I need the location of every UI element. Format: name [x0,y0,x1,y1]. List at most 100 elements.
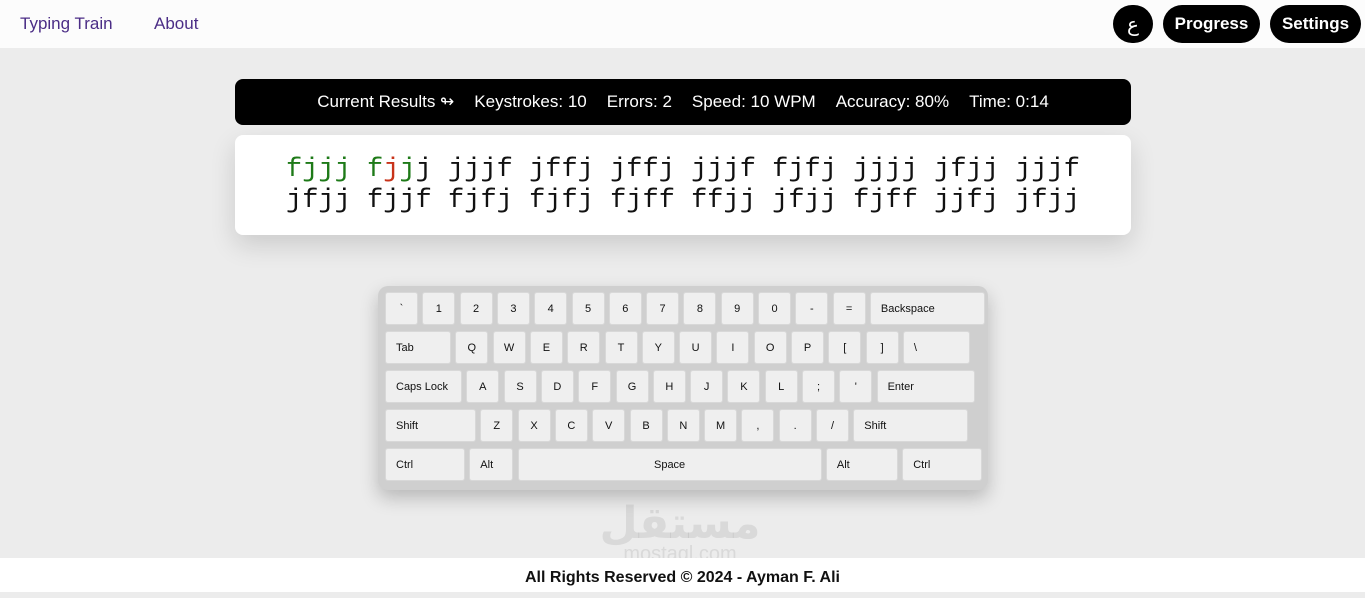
key-o[interactable]: O [753,331,787,364]
practice-char: j [1047,155,1064,185]
key-m[interactable]: M [704,409,738,442]
key-2[interactable]: 2 [459,292,493,325]
key-ctrl[interactable]: Ctrl [902,448,983,481]
key--[interactable]: \ [902,331,970,364]
practice-char: j [1031,155,1048,185]
key-g[interactable]: G [615,370,649,403]
key-alt[interactable]: Alt [825,448,898,481]
practice-char: j [480,155,497,185]
key-k[interactable]: K [727,370,761,403]
key-b[interactable]: B [629,409,663,442]
time-stat: Time: 0:14 [969,92,1049,111]
practice-char: j [318,155,335,185]
practice-char: j [934,155,951,185]
key-n[interactable]: N [666,409,700,442]
practice-char: f [367,155,384,185]
key--[interactable]: ] [865,331,899,364]
practice-char: j [383,155,400,185]
practice-char: j [691,155,708,185]
practice-char: j [448,155,465,185]
navbar: Typing Train About ع Progress Settings [0,0,1365,48]
key-d[interactable]: D [540,370,574,403]
key-u[interactable]: U [679,331,713,364]
language-toggle-button[interactable]: ع [1113,5,1153,43]
key--[interactable]: , [741,409,775,442]
key-s[interactable]: S [503,370,537,403]
key-a[interactable]: A [466,370,500,403]
practice-char: f [561,155,578,185]
key-3[interactable]: 3 [496,292,530,325]
practice-char: j [464,155,481,185]
key-e[interactable]: E [529,331,563,364]
key-4[interactable]: 4 [534,292,568,325]
key-space[interactable]: Space [517,448,822,481]
practice-char: j [658,155,675,185]
practice-char: j [966,155,983,185]
virtual-keyboard: ` 1 2 3 4 5 6 7 8 9 0- = Backspace Tab Q W E R T Y U I O P[] \ Ca… [378,286,988,490]
key-7[interactable]: 7 [646,292,680,325]
practice-char: j [415,155,432,185]
key-9[interactable]: 9 [720,292,754,325]
practice-char: j [869,155,886,185]
settings-button[interactable]: Settings [1270,5,1361,43]
key-6[interactable]: 6 [608,292,642,325]
progress-button[interactable]: Progress [1163,5,1260,43]
key-8[interactable]: 8 [683,292,717,325]
accuracy-stat: Accuracy: 80% [835,92,950,111]
home-link[interactable]: Typing Train [20,14,113,34]
practice-char: j [577,155,594,185]
key--[interactable]: = [832,292,866,325]
key--[interactable]: [ [828,331,862,364]
practice-char [351,155,367,185]
key-5[interactable]: 5 [571,292,605,325]
key-shift[interactable]: Shift [385,409,476,442]
key--[interactable]: . [778,409,812,442]
key-j[interactable]: J [690,370,724,403]
key-1[interactable]: 1 [422,292,456,325]
practice-char [756,155,772,185]
key-h[interactable]: H [652,370,686,403]
practice-char: j [723,155,740,185]
key--[interactable]: ; [802,370,835,403]
key-p[interactable]: P [791,331,824,364]
practice-char: j [334,155,351,185]
practice-char: j [853,155,870,185]
key-t[interactable]: T [604,331,638,364]
key--[interactable]: - [795,292,829,325]
about-link[interactable]: About [154,14,198,34]
key-v[interactable]: V [592,409,626,442]
practice-char [837,155,853,185]
key-ctrl[interactable]: Ctrl [385,448,465,481]
key--[interactable]: ` [385,292,418,325]
key-l[interactable]: L [764,370,798,403]
key--[interactable]: / [816,409,849,442]
practice-char: j [982,155,999,185]
key-z[interactable]: Z [480,409,514,442]
key-c[interactable]: C [554,409,588,442]
key-q[interactable]: Q [455,331,489,364]
key-backspace[interactable]: Backspace [869,292,985,325]
practice-char: j [1015,155,1032,185]
key-shift[interactable]: Shift [853,409,969,442]
practice-char: f [642,155,659,185]
practice-char: f [950,155,967,185]
key-w[interactable]: W [492,331,526,364]
key-caps-lock[interactable]: Caps Lock [385,370,462,403]
key-f[interactable]: F [578,370,612,403]
key--[interactable]: ' [839,370,873,403]
practice-text-panel[interactable]: fjjj fjjj jjjf jffj jffj jjjf fjfj jjjj … [235,135,1131,235]
practice-char: j [788,155,805,185]
key-enter[interactable]: Enter [876,370,975,403]
key-tab[interactable]: Tab [385,331,451,364]
practice-char: f [739,155,756,185]
key-r[interactable]: R [567,331,601,364]
key-x[interactable]: X [517,409,551,442]
key-i[interactable]: I [716,331,750,364]
practice-char: j [610,155,627,185]
practice-char: j [820,155,837,185]
key-alt[interactable]: Alt [469,448,514,481]
practice-line-2: jfjj fjjf fjfj fjfj fjff ffjj jfjj fjff … [286,186,1080,216]
key-0[interactable]: 0 [758,292,791,325]
practice-char: j [302,155,319,185]
key-y[interactable]: Y [641,331,675,364]
